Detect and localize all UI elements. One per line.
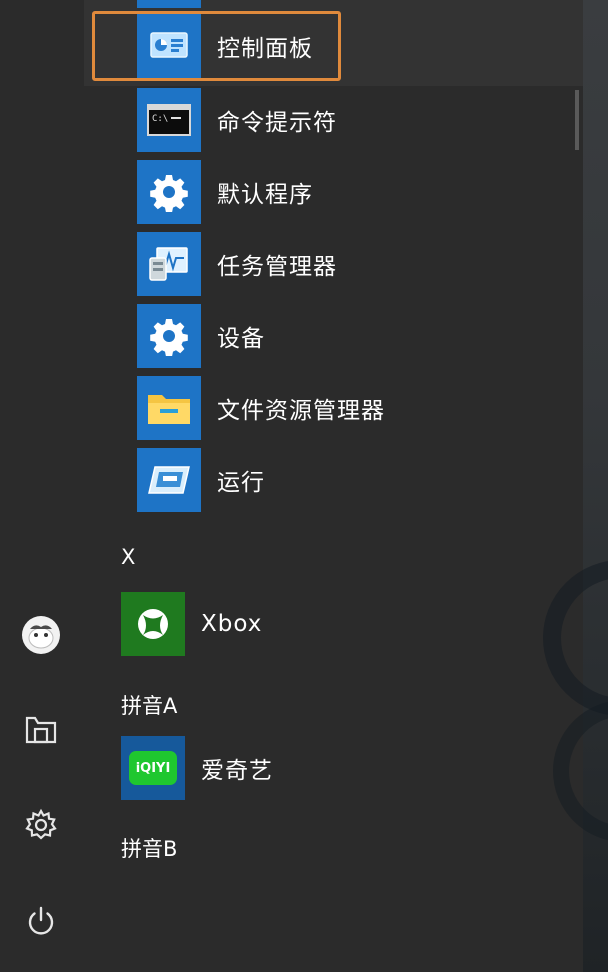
app-label: Xbox	[201, 611, 263, 637]
power-button[interactable]	[18, 898, 64, 944]
app-item-file-explorer[interactable]: 文件资源管理器	[137, 375, 385, 441]
iqiyi-tile: iQIYI	[121, 736, 185, 800]
user-account-button[interactable]	[18, 612, 64, 658]
app-label: 设备	[217, 326, 265, 352]
app-label: 爱奇艺	[201, 758, 273, 784]
app-item-iqiyi[interactable]: iQIYI 爱奇艺	[121, 735, 273, 801]
file-explorer-tile	[137, 376, 201, 440]
folder-icon	[148, 395, 190, 424]
app-item-xbox[interactable]: Xbox	[121, 591, 262, 657]
default-programs-tile	[137, 160, 201, 224]
app-label: 任务管理器	[217, 254, 337, 280]
task-manager-tile	[137, 232, 201, 296]
app-item-task-manager[interactable]: 任务管理器	[137, 231, 337, 297]
settings-button[interactable]	[18, 802, 64, 848]
app-item-command-prompt[interactable]: C:\ 命令提示符	[137, 87, 337, 153]
devices-tile	[137, 304, 201, 368]
svg-text:C:\: C:\	[152, 114, 168, 124]
previous-tile-edge	[137, 0, 201, 8]
xbox-icon	[138, 609, 168, 639]
app-label: 文件资源管理器	[217, 398, 385, 424]
xbox-tile	[121, 592, 185, 656]
avatar-icon	[22, 616, 60, 654]
command-prompt-tile: C:\	[137, 88, 201, 152]
scrollbar[interactable]	[575, 90, 579, 150]
section-header-x[interactable]: X	[121, 545, 135, 569]
app-item-default-programs[interactable]: 默认程序	[137, 159, 313, 225]
power-icon	[28, 906, 54, 935]
gear-icon	[25, 808, 57, 840]
section-header-pinyin-a[interactable]: 拼音A	[121, 690, 177, 720]
app-label: 运行	[217, 470, 265, 496]
command-prompt-icon: C:\	[147, 104, 191, 136]
app-item-devices[interactable]: 设备	[137, 303, 265, 369]
gear-icon	[150, 319, 188, 356]
desktop-background	[543, 0, 608, 972]
start-menu: 控制面板 C:\ 命令提示符 默认程序 任务管理器 设备 文件资源管理器 运行 …	[0, 0, 583, 972]
app-item-run[interactable]: 运行	[137, 447, 265, 513]
start-menu-rail	[0, 0, 84, 972]
run-tile	[137, 448, 201, 512]
highlight-box	[92, 11, 341, 81]
section-header-pinyin-b[interactable]: 拼音B	[121, 833, 177, 863]
gear-icon	[150, 175, 188, 212]
task-manager-icon	[149, 247, 188, 281]
app-label: 默认程序	[217, 182, 313, 208]
run-icon	[148, 466, 190, 494]
documents-button[interactable]	[18, 706, 64, 752]
iqiyi-logo-text: iQIYI	[135, 760, 171, 776]
document-icon	[25, 716, 57, 744]
iqiyi-logo: iQIYI	[129, 751, 177, 785]
app-label: 命令提示符	[217, 110, 337, 136]
